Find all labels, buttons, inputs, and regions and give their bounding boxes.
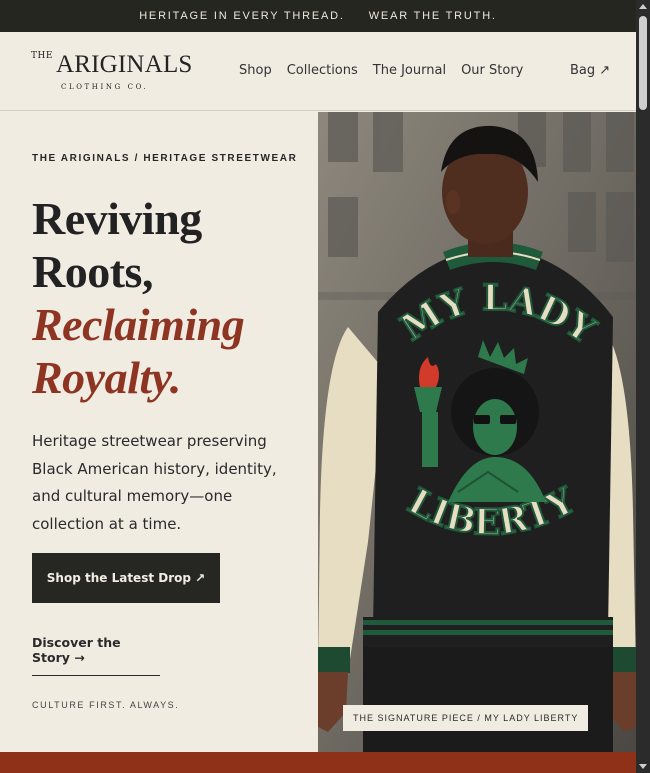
headline-accent-1: Reclaiming <box>32 299 245 350</box>
nav-item-our-story[interactable]: Our Story <box>461 63 523 78</box>
brand-logo[interactable]: THE ARIGINALS CLOTHING CO. <box>31 49 193 99</box>
logo-the: THE <box>31 51 53 61</box>
nav-item-journal[interactable]: The Journal <box>373 63 446 78</box>
logo-name: ARIGINALS <box>56 51 193 78</box>
bag-link[interactable]: Bag ↗ <box>570 63 610 78</box>
main-nav: Shop Collections The Journal Our Story <box>239 63 523 78</box>
nav-item-collections[interactable]: Collections <box>287 63 358 78</box>
discover-story-link[interactable]: Discover the Story → <box>32 635 160 676</box>
announcement-text-right: WEAR THE TRUTH. <box>368 10 497 22</box>
hero-eyebrow: THE ARIGINALS / HERITAGE STREETWEAR <box>32 153 298 164</box>
image-caption: THE SIGNATURE PIECE / MY LADY LIBERTY <box>343 705 589 731</box>
hero-headline: Reviving Roots, Reclaiming Royalty. <box>32 192 245 404</box>
logo-subtitle: CLOTHING CO. <box>61 83 149 91</box>
shop-latest-drop-button[interactable]: Shop the Latest Drop ↗ <box>32 553 220 603</box>
jacket-model-illustration: MY LADY LIBERTY <box>318 112 636 752</box>
page-scrollbar[interactable] <box>636 0 650 773</box>
headline-line-1: Reviving <box>32 193 202 244</box>
headline-line-2: Roots, <box>32 246 153 297</box>
next-section-band <box>0 752 636 773</box>
scrollbar-thumb[interactable] <box>639 16 647 110</box>
announcement-text-left: HERITAGE IN EVERY THREAD. <box>139 10 345 22</box>
headline-accent-2: Royalty. <box>32 352 181 403</box>
scroll-up-arrow-icon[interactable] <box>639 4 647 9</box>
scroll-down-arrow-icon[interactable] <box>639 764 647 769</box>
hero-tagline: CULTURE FIRST. ALWAYS. <box>32 700 180 710</box>
hero-image: MY LADY LIBERTY THE SIGNATURE PIECE / MY… <box>318 112 636 752</box>
hero-description: Heritage streetwear preserving Black Ame… <box>32 432 277 533</box>
hero-copy: THE ARIGINALS / HERITAGE STREETWEAR Revi… <box>0 112 318 752</box>
nav-item-shop[interactable]: Shop <box>239 63 272 78</box>
site-header: THE ARIGINALS CLOTHING CO. Shop Collecti… <box>0 32 636 111</box>
announcement-bar: HERITAGE IN EVERY THREAD. WEAR THE TRUTH… <box>0 0 636 32</box>
